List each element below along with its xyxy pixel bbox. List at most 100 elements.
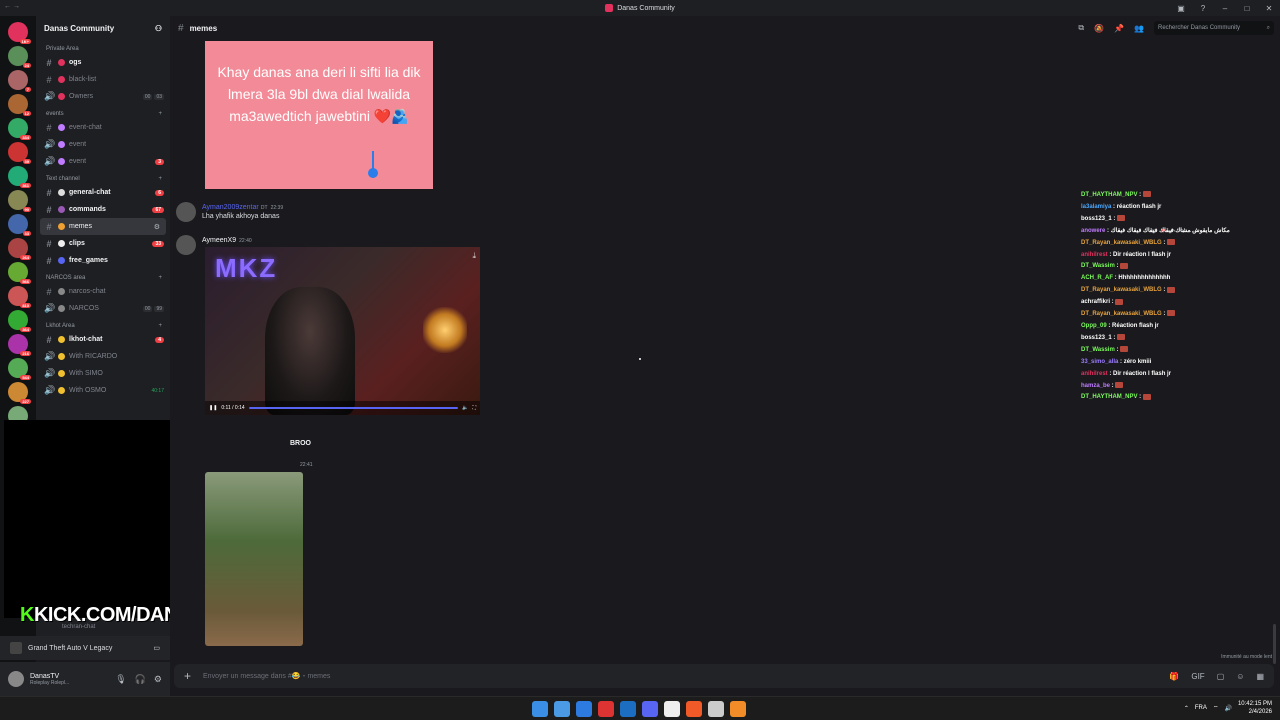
chat-username: achraffikri bbox=[1081, 299, 1111, 306]
channel-with-ricardo[interactable]: 🔊 With RICARDO bbox=[36, 348, 170, 365]
channel-clips[interactable]: # clips 33 bbox=[36, 235, 170, 252]
channel-event-2[interactable]: 🔊 event 3 bbox=[36, 153, 170, 170]
server-icon[interactable]: 39 bbox=[8, 142, 31, 164]
server-icon[interactable]: 364 bbox=[8, 310, 31, 332]
channel-narcos-chat[interactable]: # narcos-chat bbox=[36, 283, 170, 300]
avatar[interactable] bbox=[176, 202, 196, 222]
server-icon[interactable]: 24 bbox=[8, 46, 31, 68]
channel-memes[interactable]: # memes ⚙ bbox=[40, 218, 166, 235]
start-icon[interactable] bbox=[532, 701, 548, 717]
server-icon[interactable]: 334 bbox=[8, 118, 31, 140]
message-composer[interactable]: + Envoyer un message dans #😂・memes 🎁 GIF ▢… bbox=[174, 664, 1274, 688]
search-icon[interactable] bbox=[554, 701, 570, 717]
volume-icon[interactable]: 🔈 bbox=[462, 405, 468, 411]
search-input[interactable]: Rechercher Danas Community ⌕ bbox=[1154, 21, 1274, 35]
category-private[interactable]: Private Area bbox=[36, 40, 170, 54]
fullscreen-icon[interactable]: ⛶ bbox=[472, 405, 476, 411]
category-lkhot[interactable]: Lkhot Area + bbox=[36, 317, 170, 331]
server-icon[interactable]: 7 bbox=[8, 70, 31, 92]
server-icon[interactable]: 90 bbox=[8, 190, 31, 212]
system-tray[interactable]: ⌃ FRA ⌔ 🔊 10:42:15 PM 2/4/2026 bbox=[1184, 700, 1272, 716]
chrome-icon[interactable] bbox=[708, 701, 724, 717]
server-icon[interactable]: 216 bbox=[8, 334, 31, 356]
video-player[interactable]: MKZ ⤓ ❚❚ 0:11 / 0:14 🔈 ⛶ bbox=[205, 247, 480, 415]
category-narcos[interactable]: NARCOS area + bbox=[36, 269, 170, 283]
screen-share-icon[interactable]: ▭ bbox=[153, 644, 160, 652]
avatar[interactable] bbox=[8, 671, 24, 687]
meme-image[interactable]: Khay danas ana deri li sifti lia dik lme… bbox=[205, 41, 433, 189]
channel-lkhot-chat[interactable]: # lkhot-chat 4 bbox=[36, 331, 170, 348]
video-controls[interactable]: ❚❚ 0:11 / 0:14 🔈 ⛶ bbox=[205, 401, 480, 415]
author-name[interactable]: Ayman2009zentar bbox=[202, 204, 259, 211]
gear-icon[interactable]: ⚙ bbox=[154, 674, 162, 685]
channel-owners[interactable]: 🔊 Owners 00 03 bbox=[36, 88, 170, 105]
server-icon[interactable]: 566 bbox=[8, 262, 31, 284]
channel-general-chat[interactable]: # general-chat 6 bbox=[36, 184, 170, 201]
vlc-icon[interactable] bbox=[730, 701, 746, 717]
gift-icon[interactable]: 🎁 bbox=[1169, 672, 1179, 681]
pin-icon[interactable]: 📌 bbox=[1114, 24, 1124, 33]
download-icon[interactable]: ⤓ bbox=[472, 251, 476, 261]
photo-attachment[interactable] bbox=[205, 472, 303, 646]
server-icon[interactable]: 227 bbox=[8, 382, 31, 404]
inbox-icon[interactable]: ▣ bbox=[1170, 4, 1192, 13]
chat-line: hamza_be : bbox=[1081, 381, 1261, 393]
mic-icon[interactable]: 🎙 bbox=[115, 674, 126, 685]
channel-with-osmo[interactable]: 🔊 With OSMO 40:17 bbox=[36, 382, 170, 399]
scrollbar[interactable] bbox=[1273, 624, 1276, 664]
channel-event[interactable]: 🔊 event bbox=[36, 136, 170, 153]
video-progress[interactable] bbox=[248, 407, 459, 409]
members-icon[interactable]: 👥 bbox=[1134, 24, 1144, 33]
activity-panel[interactable]: Grand Theft Auto V Legacy ▭ bbox=[0, 636, 170, 660]
category-events[interactable]: events + bbox=[36, 105, 170, 119]
maximize-button[interactable]: □ bbox=[1236, 4, 1258, 13]
server-icon[interactable]: 1K+ bbox=[8, 22, 31, 44]
chat-message: Dir réaction l flash jr bbox=[1113, 370, 1172, 377]
app-icon[interactable] bbox=[664, 701, 680, 717]
emoji-icon[interactable]: ☺ bbox=[1236, 672, 1244, 681]
server-icon[interactable]: 264 bbox=[8, 238, 31, 260]
author-name[interactable]: AymeenX9 bbox=[202, 237, 236, 244]
add-member-icon[interactable]: ⚇ bbox=[155, 24, 162, 33]
channel-with-simo[interactable]: 🔊 With SIMO bbox=[36, 365, 170, 382]
server-header[interactable]: Danas Community ⚇ bbox=[36, 16, 170, 40]
threads-icon[interactable]: ⧉ bbox=[1078, 23, 1084, 33]
apps-icon[interactable]: ▦ bbox=[1256, 672, 1264, 681]
chat-username: 33_simo_alla bbox=[1081, 358, 1119, 365]
notifications-icon[interactable]: 🔕 bbox=[1094, 24, 1104, 33]
minimize-button[interactable]: – bbox=[1214, 4, 1236, 13]
server-icon[interactable]: 33 bbox=[8, 214, 31, 236]
help-icon[interactable]: ? bbox=[1192, 4, 1214, 13]
channel-partial[interactable]: techran-chat bbox=[62, 624, 95, 630]
opera-icon[interactable] bbox=[598, 701, 614, 717]
activity-game: Grand Theft Auto V Legacy bbox=[28, 644, 113, 652]
channel-ogs[interactable]: # ogs bbox=[36, 54, 170, 71]
channel-narcos[interactable]: 🔊 NARCOS 00 99 bbox=[36, 300, 170, 317]
avatar[interactable] bbox=[176, 235, 196, 255]
brave-icon[interactable] bbox=[686, 701, 702, 717]
explorer-icon[interactable] bbox=[576, 701, 592, 717]
headphones-icon[interactable]: 🎧 bbox=[135, 674, 146, 685]
channel-commands[interactable]: # commands 67 bbox=[36, 201, 170, 218]
nav-arrows[interactable]: ← → bbox=[4, 3, 20, 10]
unread-badge: 12 bbox=[22, 111, 31, 116]
sticker-icon[interactable]: ▢ bbox=[1217, 672, 1225, 681]
channel-event-chat[interactable]: # event-chat bbox=[36, 119, 170, 136]
chat-message: réaction flash jr bbox=[1116, 203, 1162, 210]
channel-black-list[interactable]: # black-list bbox=[36, 71, 170, 88]
close-button[interactable]: ✕ bbox=[1258, 4, 1280, 13]
chat-line: anihilrest : Dir réaction l flash jr bbox=[1081, 370, 1172, 377]
emote-icon bbox=[1115, 298, 1124, 305]
unread-badge: 24 bbox=[22, 63, 31, 68]
discord-icon[interactable] bbox=[642, 701, 658, 717]
steam-icon[interactable] bbox=[620, 701, 636, 717]
attach-button[interactable]: + bbox=[184, 669, 191, 683]
server-icon[interactable]: 544 bbox=[8, 358, 31, 380]
category-text[interactable]: Text channel + bbox=[36, 170, 170, 184]
pause-icon[interactable]: ❚❚ bbox=[209, 405, 217, 411]
gif-icon[interactable]: GIF bbox=[1191, 672, 1204, 681]
server-icon[interactable]: 12 bbox=[8, 94, 31, 116]
server-icon[interactable]: 361 bbox=[8, 166, 31, 188]
channel-free-games[interactable]: # free_games bbox=[36, 252, 170, 269]
server-icon[interactable]: 810 bbox=[8, 286, 31, 308]
